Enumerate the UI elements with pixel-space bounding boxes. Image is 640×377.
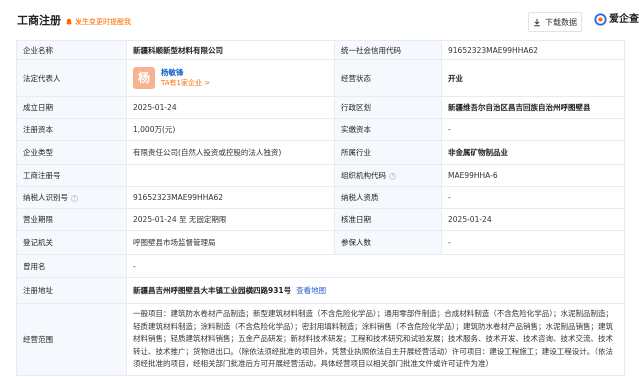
label-company-type: 企业类型 xyxy=(16,140,127,165)
label-taxpayer-qual: 纳税人资质 xyxy=(334,186,442,209)
label-business-term: 营业期限 xyxy=(16,208,127,231)
label-region: 行政区划 xyxy=(334,96,442,119)
value-insured-count: - xyxy=(441,230,625,255)
table-row: 法定代表人 杨 杨敏锋 TA有1家企业 > 经营状态 开业 xyxy=(16,59,625,97)
value-former-name: - xyxy=(126,254,625,278)
value-company-name: 新疆科顺新型材料有限公司 xyxy=(126,40,335,60)
table-row: 注册地址 新疆昌吉州呼图壁县大丰镇工业园横四路931号 查看地图 xyxy=(16,277,625,304)
view-map-link[interactable]: 查看地图 xyxy=(296,286,326,295)
table-row: 曾用名 - xyxy=(16,254,625,278)
section-header: 工商注册 发生变更时提醒我 下载数据 爱企查 xyxy=(0,0,640,44)
value-business-scope: 一般项目：建筑防水卷材产品制造；新型建筑材料制造（不含危险化学品）；通用零部件制… xyxy=(126,303,625,376)
value-approval-date: 2025-01-24 xyxy=(441,208,625,231)
value-legal-rep: 杨 杨敏锋 TA有1家企业 > xyxy=(126,59,335,97)
label-industry: 所属行业 xyxy=(334,140,442,165)
value-taxpayer-id: 91652323MAE99HHA62 xyxy=(126,186,335,209)
value-industry: 非金属矿物制品业 xyxy=(441,140,625,165)
value-reg-capital: 1,000万(元) xyxy=(126,118,335,141)
reg-address-text: 新疆昌吉州呼图壁县大丰镇工业园横四路931号 xyxy=(133,286,292,295)
aiqicha-logo: 爱企查 xyxy=(594,13,639,26)
download-icon xyxy=(534,18,540,26)
legal-rep-avatar[interactable]: 杨 xyxy=(133,67,155,89)
label-reg-number: 工商注册号 xyxy=(16,164,127,187)
help-icon[interactable]: ? xyxy=(389,172,396,180)
label-insured-count: 参保人数 xyxy=(334,230,442,255)
change-alert-label: 发生变更时提醒我 xyxy=(75,18,131,26)
legal-rep-name-link[interactable]: 杨敏锋 xyxy=(161,67,210,78)
value-region: 新疆维吾尔自治区昌吉回族自治州呼图壁县 xyxy=(441,96,625,119)
table-row: 企业名称 新疆科顺新型材料有限公司 统一社会信用代码 91652323MAE99… xyxy=(16,40,625,60)
label-former-name: 曾用名 xyxy=(16,254,127,278)
value-org-code: MAE99HHA-6 xyxy=(441,164,625,187)
legal-rep-companies-link[interactable]: TA有1家企业 > xyxy=(161,78,210,89)
label-business-scope: 经营范围 xyxy=(16,303,127,376)
label-company-name: 企业名称 xyxy=(16,40,127,60)
section-title: 工商注册 xyxy=(17,14,61,27)
download-data-label: 下载数据 xyxy=(545,17,577,27)
table-row: 经营范围 一般项目：建筑防水卷材产品制造；新型建筑材料制造（不含危险化学品）；通… xyxy=(16,303,625,376)
label-credit-code: 统一社会信用代码 xyxy=(334,40,442,60)
logo-mark-icon xyxy=(594,13,607,26)
value-credit-code: 91652323MAE99HHA62 xyxy=(441,40,625,60)
label-taxpayer-id-text: 纳税人识别号 xyxy=(23,193,68,202)
value-paid-capital: - xyxy=(441,118,625,141)
download-data-button[interactable]: 下载数据 xyxy=(528,12,582,32)
help-icon[interactable]: ? xyxy=(71,194,78,202)
label-org-code-text: 组织机构代码 xyxy=(341,171,386,180)
table-row: 企业类型 有限责任公司(自然人投资或控股的法人独资) 所属行业 非金属矿物制品业 xyxy=(16,140,625,165)
label-founded: 成立日期 xyxy=(16,96,127,119)
table-row: 纳税人识别号? 91652323MAE99HHA62 纳税人资质 - xyxy=(16,186,625,209)
bell-icon xyxy=(66,18,72,26)
value-reg-address: 新疆昌吉州呼图壁县大丰镇工业园横四路931号 查看地图 xyxy=(126,277,625,304)
label-reg-address: 注册地址 xyxy=(16,277,127,304)
label-approval-date: 核准日期 xyxy=(334,208,442,231)
table-row: 登记机关 呼图壁县市场监督管理局 参保人数 - xyxy=(16,230,625,255)
value-company-type: 有限责任公司(自然人投资或控股的法人独资) xyxy=(126,140,335,165)
value-business-term: 2025-01-24 至 无固定期限 xyxy=(126,208,335,231)
label-reg-authority: 登记机关 xyxy=(16,230,127,255)
label-reg-capital: 注册资本 xyxy=(16,118,127,141)
change-alert-link[interactable]: 发生变更时提醒我 xyxy=(65,17,131,27)
table-row: 工商注册号 组织机构代码? MAE99HHA-6 xyxy=(16,164,625,187)
business-registration-table: 企业名称 新疆科顺新型材料有限公司 统一社会信用代码 91652323MAE99… xyxy=(16,40,625,376)
label-org-code: 组织机构代码? xyxy=(334,164,442,187)
value-taxpayer-qual: - xyxy=(441,186,625,209)
label-paid-capital: 实缴资本 xyxy=(334,118,442,141)
logo-text: 爱企查 xyxy=(609,14,639,25)
value-reg-authority: 呼图壁县市场监督管理局 xyxy=(126,230,335,255)
value-status: 开业 xyxy=(441,59,625,97)
value-reg-number xyxy=(126,164,335,187)
label-taxpayer-id: 纳税人识别号? xyxy=(16,186,127,209)
table-row: 成立日期 2025-01-24 行政区划 新疆维吾尔自治区昌吉回族自治州呼图壁县 xyxy=(16,96,625,119)
label-status: 经营状态 xyxy=(334,59,442,97)
table-row: 营业期限 2025-01-24 至 无固定期限 核准日期 2025-01-24 xyxy=(16,208,625,231)
value-founded: 2025-01-24 xyxy=(126,96,335,119)
table-row: 注册资本 1,000万(元) 实缴资本 - xyxy=(16,118,625,141)
label-legal-rep: 法定代表人 xyxy=(16,59,127,97)
